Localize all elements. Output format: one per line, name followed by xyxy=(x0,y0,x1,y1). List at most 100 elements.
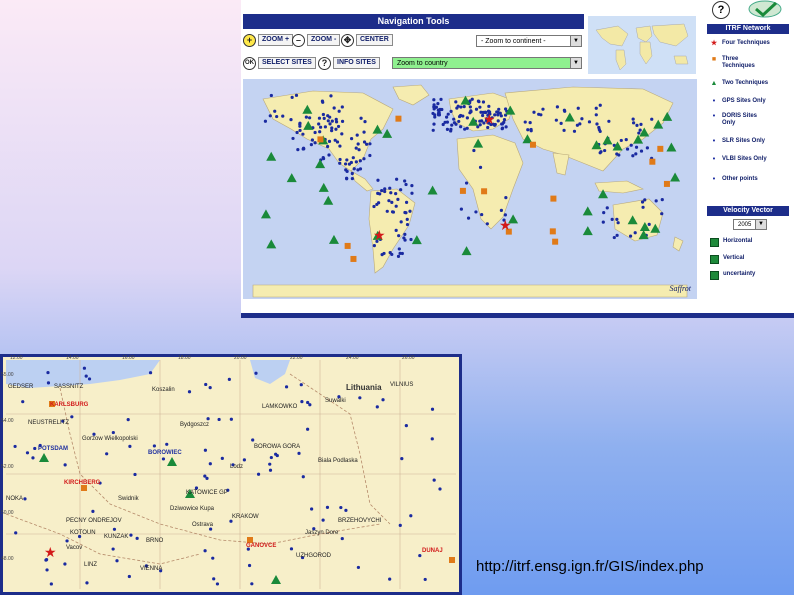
gps-site-marker xyxy=(405,222,410,227)
world-map[interactable]: ★ ★ ★ Saffrot xyxy=(243,79,697,299)
gps-site-marker xyxy=(291,136,295,141)
gps-site-marker xyxy=(338,161,342,165)
gps-site-marker xyxy=(135,536,139,540)
horizontal-option[interactable]: Horizontal xyxy=(710,238,794,247)
help-icon[interactable]: ? xyxy=(712,1,730,19)
gps-site-marker xyxy=(638,128,642,132)
city-label: Lodz xyxy=(230,464,244,470)
info-icon: ? xyxy=(318,56,331,70)
gps-site-marker xyxy=(127,574,131,579)
info-sites-button[interactable]: ? INFO SITES xyxy=(318,56,380,70)
three-techniques-marker xyxy=(350,255,357,262)
gps-site-marker xyxy=(432,122,436,126)
gps-site-marker xyxy=(383,189,387,194)
gps-site-marker xyxy=(203,549,207,553)
checkbox-horizontal[interactable] xyxy=(710,238,719,247)
select-sites-button[interactable]: OK SELECT SITES xyxy=(243,56,316,70)
gps-site-marker xyxy=(330,119,334,123)
four-techniques-marker: ★ xyxy=(44,544,57,560)
gps-site-marker xyxy=(634,152,638,156)
gps-site-marker xyxy=(405,217,409,222)
gps-site-marker xyxy=(45,568,49,572)
gps-site-marker xyxy=(459,207,463,211)
gps-site-marker xyxy=(388,577,392,581)
dropdown-arrow-icon[interactable]: ▼ xyxy=(570,36,581,46)
gps-site-marker xyxy=(454,122,458,126)
checkbox-uncertainty[interactable] xyxy=(710,271,719,280)
gps-site-marker xyxy=(632,121,636,125)
gps-site-marker xyxy=(404,424,408,428)
city-label: Gorzow Wielkopolski xyxy=(82,436,138,442)
continent-select[interactable]: - Zoom to continent - ▼ xyxy=(476,35,582,47)
gps-site-marker xyxy=(617,153,621,157)
checkbox-vertical[interactable] xyxy=(710,255,719,264)
gps-site-marker xyxy=(25,451,30,455)
gps-site-marker xyxy=(445,127,450,131)
gps-site-marker xyxy=(587,120,592,124)
gps-site-marker xyxy=(504,196,508,200)
gps-site-marker xyxy=(254,371,258,375)
gps-site-marker xyxy=(639,122,643,126)
gps-site-marker xyxy=(612,235,616,240)
country-select[interactable]: Zoom to country ▼ xyxy=(392,57,582,69)
gps-site-marker xyxy=(345,158,349,162)
gps-site-marker xyxy=(298,124,302,128)
latitude-label: 52.00 xyxy=(1,464,14,470)
gps-site-marker xyxy=(289,118,293,122)
gps-site-marker xyxy=(497,107,501,111)
source-url[interactable]: http://itrf.ensg.ign.fr/GIS/index.php xyxy=(476,558,704,575)
checkmark-icon[interactable] xyxy=(748,0,782,18)
central-america xyxy=(350,170,374,192)
gps-site-marker xyxy=(441,122,445,127)
gps-site-marker xyxy=(334,120,339,124)
three-techniques-marker xyxy=(663,180,670,187)
move-icon: ✥ xyxy=(341,33,354,47)
regional-map[interactable]: ★ Lithuania GEDSER SASSNITZ Koszalin VILNIU… xyxy=(0,354,462,595)
dropdown-arrow-icon[interactable]: ▼ xyxy=(570,58,581,68)
gps-site-marker xyxy=(300,399,304,404)
gps-site-marker xyxy=(31,456,35,460)
gps-site-marker xyxy=(619,138,623,143)
gps-site-marker xyxy=(410,184,414,188)
gps-site-marker xyxy=(478,165,483,169)
gps-site-marker xyxy=(44,558,48,562)
year-select[interactable]: 2005 ▼ xyxy=(733,219,767,230)
uncertainty-option[interactable]: uncertainty xyxy=(710,271,794,280)
gps-site-marker xyxy=(454,100,458,104)
vertical-option[interactable]: Vertical xyxy=(710,255,794,264)
legend-gps-only: • GPS Sites Only xyxy=(710,98,794,105)
gps-site-marker xyxy=(433,115,437,119)
city-label: BRNO xyxy=(146,538,164,544)
india xyxy=(552,152,570,176)
gps-site-marker xyxy=(329,94,333,98)
center-button[interactable]: ✥ CENTER xyxy=(341,33,393,47)
zoom-out-button[interactable]: – ZOOM - xyxy=(292,33,341,47)
dropdown-arrow-icon[interactable]: ▼ xyxy=(755,220,766,229)
gps-site-marker xyxy=(325,505,330,509)
velocity-vector-title: Velocity Vector xyxy=(707,206,789,216)
overview-map[interactable] xyxy=(588,16,696,74)
gps-site-marker xyxy=(396,197,400,201)
gps-site-marker xyxy=(322,116,326,121)
gps-site-marker xyxy=(63,562,67,566)
longitude-label: 26.00 xyxy=(402,355,415,361)
australia xyxy=(612,198,664,242)
gps-site-marker xyxy=(344,508,348,512)
gps-site-marker xyxy=(605,206,609,210)
gps-site-marker xyxy=(133,472,137,477)
gps-site-marker xyxy=(485,222,489,226)
gps-site-marker xyxy=(82,366,87,370)
gps-site-marker xyxy=(474,210,478,214)
three-techniques-marker xyxy=(649,158,656,165)
two-techniques-marker xyxy=(260,209,271,219)
gps-site-marker xyxy=(344,168,348,172)
gps-site-marker xyxy=(541,107,545,111)
three-techniques-marker xyxy=(481,188,488,195)
gps-site-marker xyxy=(637,131,641,135)
gps-site-marker xyxy=(33,446,37,451)
zoom-in-button[interactable]: + ZOOM + xyxy=(243,33,294,47)
gps-site-marker xyxy=(503,213,507,217)
city-label: KIRCHBERG xyxy=(64,480,101,486)
gps-site-marker xyxy=(111,430,115,435)
world-map-graphic[interactable]: ★ ★ ★ xyxy=(243,79,697,299)
